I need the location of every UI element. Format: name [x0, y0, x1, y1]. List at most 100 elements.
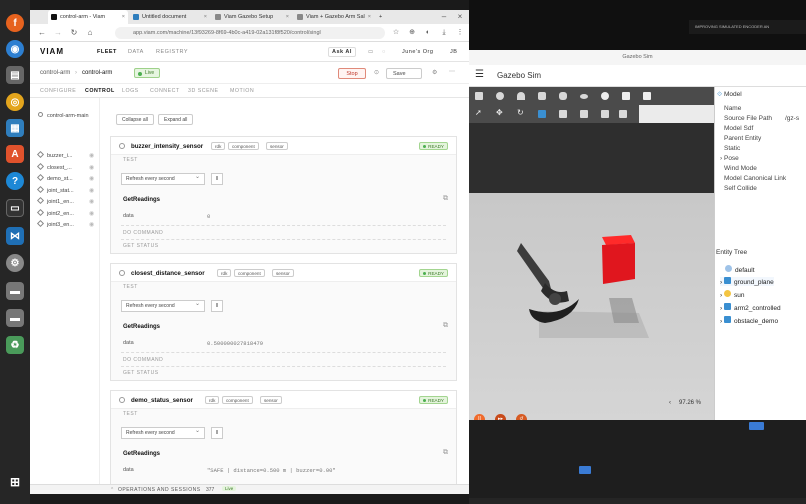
- expand-toggle[interactable]: [119, 397, 125, 403]
- save-button[interactable]: Save: [386, 68, 422, 79]
- tab-viam-gazebo-arm[interactable]: Viam + Gazebo Arm Sal ×: [294, 10, 374, 24]
- entity-default[interactable]: default: [725, 265, 755, 274]
- entity-ground-plane[interactable]: › ground_plane: [720, 277, 774, 286]
- close-icon[interactable]: ×: [122, 10, 125, 24]
- copy-icon[interactable]: ⧉: [443, 449, 448, 457]
- chevron-left-icon[interactable]: ‹: [669, 400, 671, 406]
- card-header[interactable]: buzzer_intensity_sensor rdk component se…: [111, 137, 456, 155]
- tab-configure[interactable]: CONFIGURE: [40, 88, 76, 94]
- do-command-label[interactable]: DO COMMAND: [123, 230, 163, 236]
- collapse-all-button[interactable]: Collapse all: [116, 114, 154, 125]
- menu-icon[interactable]: ⋮: [454, 27, 466, 39]
- tree-item-closest[interactable]: closest_... ◉: [36, 162, 94, 171]
- get-status-label[interactable]: GET STATUS: [123, 243, 159, 249]
- settings-icon[interactable]: ⚙: [6, 254, 24, 272]
- tree-root-machine[interactable]: control-arm-main: [38, 112, 94, 120]
- box-shape-icon[interactable]: [475, 92, 483, 100]
- copy-icon[interactable]: [601, 110, 609, 118]
- tab-motion[interactable]: MOTION: [230, 88, 254, 94]
- vscode-icon[interactable]: ⋈: [6, 227, 24, 245]
- org-switcher[interactable]: June's Org: [402, 49, 433, 55]
- trash-icon[interactable]: ♻: [6, 336, 24, 354]
- do-command-label[interactable]: DO COMMAND: [123, 357, 163, 363]
- screenshot-icon[interactable]: [580, 110, 588, 118]
- downloads-icon[interactable]: ⤓: [438, 27, 450, 39]
- test-section-label[interactable]: TEST: [123, 284, 138, 290]
- breadcrumb-machine[interactable]: control-arm: [82, 70, 112, 76]
- home-icon[interactable]: ⌂: [84, 27, 96, 39]
- bell-icon[interactable]: ◌: [382, 49, 386, 55]
- expand-all-button[interactable]: Expand all: [158, 114, 194, 125]
- more-icon[interactable]: ⋯: [449, 68, 455, 75]
- close-icon[interactable]: ×: [204, 10, 207, 24]
- docs-icon[interactable]: ▭: [368, 49, 374, 55]
- tree-item-joint1[interactable]: joint1_en... ◉: [36, 196, 94, 205]
- translate-icon[interactable]: ✥: [496, 108, 504, 117]
- cylinder-shape-icon[interactable]: [538, 92, 546, 100]
- close-icon[interactable]: ×: [368, 10, 371, 24]
- breadcrumb-location[interactable]: control-arm: [40, 70, 70, 76]
- bookmark-star-icon[interactable]: ☆: [390, 27, 402, 39]
- close-window-icon[interactable]: ×: [454, 11, 466, 23]
- ellipsoid-shape-icon[interactable]: [580, 94, 588, 99]
- refresh-select[interactable]: Refresh every second: [121, 426, 205, 439]
- expand-toggle[interactable]: [119, 143, 125, 149]
- copy-icon[interactable]: ⧉: [443, 195, 448, 203]
- editor-button[interactable]: [579, 466, 591, 474]
- paste-icon[interactable]: [619, 110, 627, 118]
- arm-joint[interactable]: [549, 293, 561, 305]
- get-status-label[interactable]: GET STATUS: [123, 370, 159, 376]
- snap-icon[interactable]: [538, 110, 546, 118]
- eye-icon[interactable]: ◉: [89, 152, 94, 159]
- live-status-badge[interactable]: Live: [134, 68, 160, 78]
- apps-grid-icon[interactable]: ⊞: [6, 473, 24, 491]
- pause-button[interactable]: II: [211, 173, 223, 185]
- eye-icon[interactable]: ◉: [89, 210, 94, 217]
- nav-data[interactable]: DATA: [128, 49, 144, 55]
- editor-button[interactable]: [749, 422, 764, 430]
- tab-untitled-document[interactable]: Untitled document ×: [130, 10, 210, 24]
- entity-obstacle-demo[interactable]: › obstacle_demo: [720, 316, 778, 325]
- minimize-icon[interactable]: –: [438, 11, 450, 23]
- forward-icon[interactable]: →: [52, 27, 64, 39]
- eye-icon[interactable]: ◉: [89, 187, 94, 194]
- tab-3d-scene[interactable]: 3D SCENE: [188, 88, 219, 94]
- sphere-shape-icon[interactable]: [496, 92, 504, 100]
- test-section-label[interactable]: TEST: [123, 411, 138, 417]
- expand-toggle[interactable]: [119, 270, 125, 276]
- tree-item-buzzer[interactable]: buzzer_i... ◉: [36, 150, 94, 159]
- operations-bar[interactable]: ⌃ OPERATIONS AND SESSIONS 377 Live: [30, 484, 469, 494]
- eye-icon[interactable]: ◉: [89, 175, 94, 182]
- settings-icon[interactable]: ⚙: [432, 69, 437, 76]
- tree-item-demo[interactable]: demo_st... ◉: [36, 173, 94, 182]
- drive2-icon[interactable]: ▬: [6, 309, 24, 327]
- test-section-label[interactable]: TEST: [123, 157, 138, 163]
- writer-icon[interactable]: ▦: [6, 119, 24, 137]
- hamburger-menu-icon[interactable]: ☰: [475, 70, 484, 80]
- tab-control[interactable]: CONTROL: [85, 88, 115, 94]
- reload-icon[interactable]: ↻: [68, 27, 80, 39]
- terminal-icon[interactable]: ▭: [6, 199, 24, 217]
- arm-link-upper[interactable]: [517, 243, 551, 291]
- prop-pose[interactable]: › Pose: [720, 155, 739, 162]
- copy-icon[interactable]: ⧉: [443, 322, 448, 330]
- new-tab-button[interactable]: +: [375, 10, 389, 24]
- rotate-icon[interactable]: ↻: [517, 108, 525, 117]
- eye-icon[interactable]: ◉: [89, 164, 94, 171]
- rhythmbox-icon[interactable]: ◎: [6, 93, 24, 111]
- files-icon[interactable]: ▤: [6, 66, 24, 84]
- capsule-shape-icon[interactable]: [559, 92, 567, 100]
- url-field[interactable]: app.viam.com/machine/13f93269-8f69-4b0c-…: [115, 27, 385, 39]
- tab-control-arm[interactable]: control-arm - Viam ×: [48, 10, 128, 24]
- tree-item-joint3[interactable]: joint3_en... ◉: [36, 219, 94, 228]
- extensions-icon[interactable]: ⊕: [406, 27, 418, 39]
- app-center-icon[interactable]: A: [6, 145, 24, 163]
- grid-icon[interactable]: [559, 110, 567, 118]
- close-icon[interactable]: ×: [286, 10, 289, 24]
- card-header[interactable]: demo_status_sensor rdk component sensor …: [111, 391, 456, 409]
- tab-logs[interactable]: LOGS: [122, 88, 139, 94]
- drive-icon[interactable]: ▬: [6, 282, 24, 300]
- eye-icon[interactable]: ◉: [89, 198, 94, 205]
- back-icon[interactable]: ←: [36, 27, 48, 39]
- firefox-icon[interactable]: f: [6, 14, 24, 32]
